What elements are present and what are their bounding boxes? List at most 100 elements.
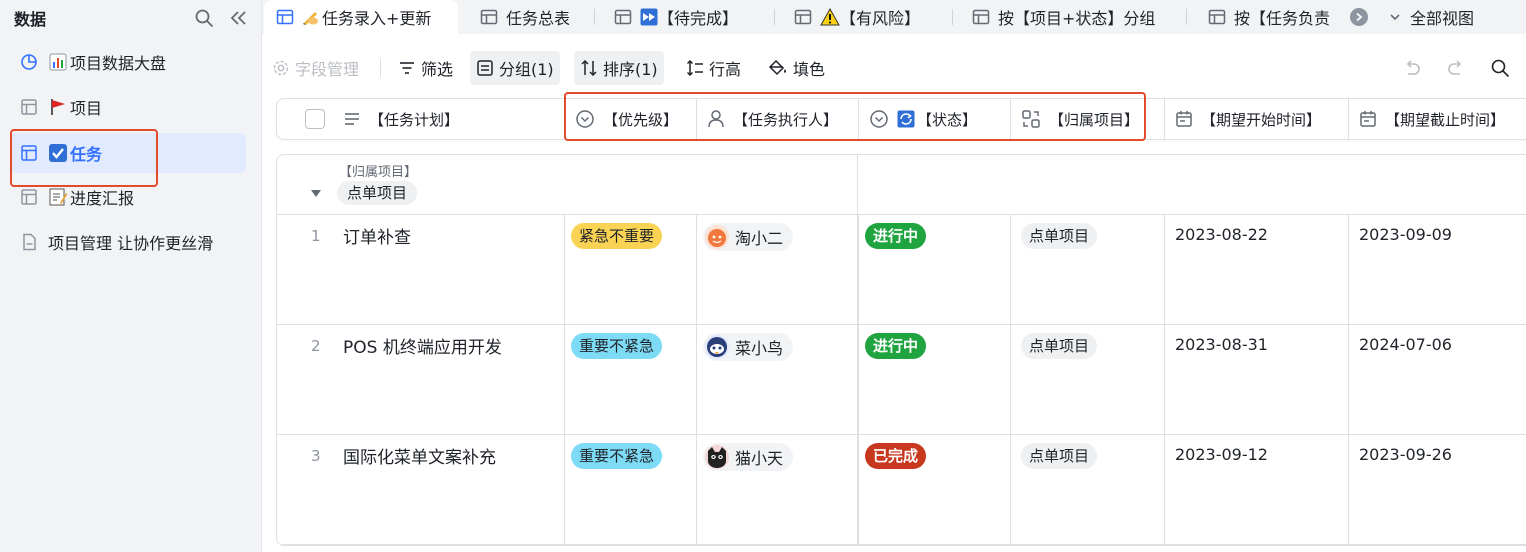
cell-assignee[interactable]: 猫小天	[697, 435, 859, 545]
table-row[interactable]: 3 国际化菜单文案补充 重要不紧急 猫小天 已完成 点单项目 2023-09-1…	[277, 435, 1526, 545]
tab-label: 【待完成】	[658, 9, 739, 28]
cell-assignee[interactable]: 菜小鸟	[697, 325, 859, 435]
field-management-label: 字段管理	[295, 60, 360, 79]
cell-status[interactable]: 进行中	[859, 215, 1011, 325]
cell-expected-start[interactable]: 2023-08-22	[1165, 215, 1349, 325]
cell-task-plan[interactable]: 2 POS 机终端应用开发	[277, 325, 565, 435]
grid-view-icon	[480, 8, 498, 26]
cell-status[interactable]: 进行中	[859, 325, 1011, 435]
paint-bucket-icon	[768, 59, 788, 77]
sidebar-item-label: 项目	[70, 99, 103, 118]
redo-icon[interactable]	[1446, 58, 1466, 82]
search-icon[interactable]	[194, 8, 214, 28]
table-row[interactable]: 1 订单补查 紧急不重要 淘小二 进行中 点单项目 2023-08-22 202…	[277, 215, 1526, 325]
repeat-emoji-icon	[897, 110, 915, 128]
sidebar-item-projects[interactable]: 项目	[10, 87, 246, 127]
toolbar-right-actions	[1402, 58, 1510, 82]
table-row[interactable]: 2 POS 机终端应用开发 重要不紧急 菜小鸟 进行中 点单项目 2023-08…	[277, 325, 1526, 435]
group-button[interactable]: 分组(1)	[470, 51, 560, 85]
status-badge: 进行中	[865, 333, 927, 359]
tab-divider	[774, 9, 775, 25]
assignee-chip: 淘小二	[703, 223, 794, 251]
group-header[interactable]: 【归属项目】 点单项目	[277, 155, 1526, 215]
sidebar-item-dashboard[interactable]: 项目数据大盘	[10, 42, 246, 82]
column-header-expected-end[interactable]: 【期望截止时间】	[1349, 99, 1526, 139]
scroll-tabs-right-button[interactable]	[1350, 8, 1368, 26]
end-date: 2024-07-06	[1359, 335, 1452, 354]
column-header-assignee[interactable]: 【任务执行人】	[697, 99, 859, 139]
cell-project[interactable]: 点单项目	[1011, 215, 1165, 325]
column-header-expected-start[interactable]: 【期望开始时间】	[1165, 99, 1349, 139]
cell-task-plan[interactable]: 3 国际化菜单文案补充	[277, 435, 565, 545]
gear-icon	[272, 59, 290, 77]
sidebar-title: 数据	[14, 10, 47, 29]
search-icon[interactable]	[1490, 58, 1510, 82]
column-header-project[interactable]: 【归属项目】	[1011, 99, 1165, 139]
assignee-chip: 猫小天	[703, 443, 794, 471]
sidebar-item-label: 任务	[70, 145, 103, 164]
cell-task-plan[interactable]: 1 订单补查	[277, 215, 565, 325]
tab-label: 【有风险】	[840, 9, 921, 28]
tab-group-by-project-status[interactable]: 按【项目+状态】分组	[960, 0, 1167, 34]
tab-group-by-task-owner[interactable]: 按【任务负责	[1196, 0, 1346, 34]
sidebar-item-project-management-doc[interactable]: 项目管理 让协作更丝滑	[10, 222, 246, 262]
writing-hand-emoji-icon	[302, 8, 320, 26]
cell-expected-end[interactable]: 2023-09-26	[1349, 435, 1526, 545]
fill-color-label: 填色	[793, 60, 826, 79]
cell-status[interactable]: 已完成	[859, 435, 1011, 545]
fast-forward-emoji-icon	[640, 8, 658, 26]
fill-color-button[interactable]: 填色	[762, 51, 831, 85]
chevron-down-icon	[1390, 14, 1400, 21]
main-content: 字段管理 筛选 分组(1) 排序(1) 行高 填色 【任务计划】 【优先级】 【…	[262, 34, 1526, 552]
avatar	[705, 225, 729, 249]
priority-tag: 紧急不重要	[571, 223, 663, 249]
column-header-priority[interactable]: 【优先级】	[565, 99, 697, 139]
tab-pending[interactable]: 【待完成】	[602, 0, 750, 34]
undo-icon[interactable]	[1402, 58, 1422, 82]
column-header-task-plan[interactable]: 【任务计划】	[277, 99, 565, 139]
task-title: 国际化菜单文案补充	[343, 448, 496, 468]
sidebar-item-progress-report[interactable]: 进度汇报	[10, 177, 246, 217]
sort-button[interactable]: 排序(1)	[574, 51, 664, 85]
cell-expected-end[interactable]: 2023-09-09	[1349, 215, 1526, 325]
start-date: 2023-09-12	[1175, 445, 1268, 464]
grid-body: 【归属项目】 点单项目 1 订单补查 紧急不重要 淘小二 进行中 点单项目 20…	[276, 154, 1526, 546]
row-height-button[interactable]: 行高	[680, 51, 747, 85]
table-icon	[18, 186, 40, 208]
cell-expected-start[interactable]: 2023-08-31	[1165, 325, 1349, 435]
status-badge: 已完成	[865, 443, 927, 469]
cell-priority[interactable]: 重要不紧急	[565, 325, 697, 435]
cell-expected-start[interactable]: 2023-09-12	[1165, 435, 1349, 545]
assignee-name: 猫小天	[735, 449, 784, 468]
assignee-chip: 菜小鸟	[703, 333, 794, 361]
all-views-button[interactable]: 全部视图	[1388, 5, 1474, 29]
cell-assignee[interactable]: 淘小二	[697, 215, 859, 325]
grid-view-icon	[794, 8, 812, 26]
row-number: 2	[311, 337, 321, 355]
sidebar-item-tasks[interactable]: 任务	[10, 133, 246, 173]
filter-icon	[398, 59, 416, 77]
sidebar-header: 数据	[14, 6, 248, 30]
tab-at-risk[interactable]: 【有风险】	[782, 0, 932, 34]
task-title: 订单补查	[343, 228, 411, 248]
task-title: POS 机终端应用开发	[343, 338, 502, 358]
sidebar: 数据 项目数据大盘 项目 任务 进度汇报 项目管理 让协作更丝滑	[0, 0, 262, 552]
cell-priority[interactable]: 重要不紧急	[565, 435, 697, 545]
cell-expected-end[interactable]: 2024-07-06	[1349, 325, 1526, 435]
column-header-status[interactable]: 【状态】	[859, 99, 1011, 139]
tab-overflow-area: 全部视图	[1338, 0, 1526, 34]
sort-icon	[580, 59, 598, 77]
field-management-button[interactable]: 字段管理	[266, 51, 365, 85]
tab-task-entry-update[interactable]: 任务录入+更新	[264, 0, 458, 34]
cell-priority[interactable]: 紧急不重要	[565, 215, 697, 325]
tab-task-summary[interactable]: 任务总表	[468, 0, 582, 34]
filter-button[interactable]: 筛选	[392, 51, 459, 85]
grid-view-icon	[614, 8, 632, 26]
assignee-name: 菜小鸟	[735, 339, 784, 358]
collapse-group-icon[interactable]	[311, 190, 321, 197]
cell-project[interactable]: 点单项目	[1011, 435, 1165, 545]
tab-label: 任务总表	[506, 9, 571, 28]
cell-project[interactable]: 点单项目	[1011, 325, 1165, 435]
collapse-sidebar-icon[interactable]	[228, 8, 248, 28]
select-all-checkbox[interactable]	[305, 109, 325, 129]
